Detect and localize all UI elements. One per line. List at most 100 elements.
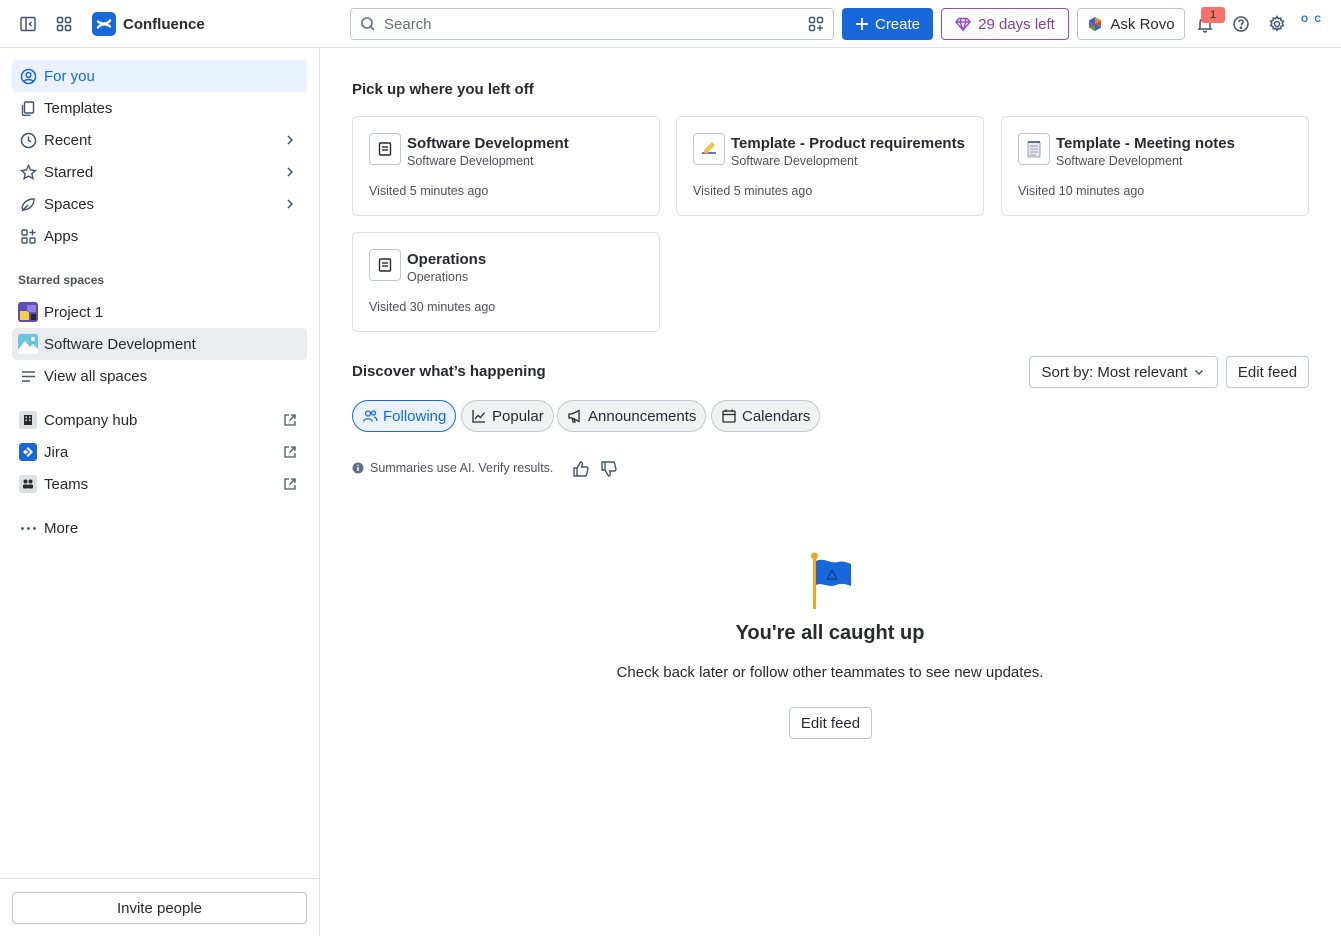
sidebar-more[interactable]: More (12, 512, 307, 544)
empty-state-edit-feed-button[interactable]: Edit feed (789, 707, 872, 739)
recent-page-card[interactable]: Template - Meeting notes Software Develo… (1001, 116, 1309, 216)
sidebar-app-teams[interactable]: Teams (12, 468, 307, 500)
software-development-space-icon (12, 328, 44, 360)
sidebar-item-label: Starred (44, 163, 94, 181)
teams-icon (12, 468, 44, 500)
company-hub-icon (12, 404, 44, 436)
search-icon (360, 16, 376, 32)
recent-page-card[interactable]: Template - Product requirements Software… (676, 116, 984, 216)
confluence-logo-icon (92, 12, 116, 36)
tab-announcements[interactable]: Announcements (557, 400, 707, 432)
people-icon (362, 408, 378, 424)
user-avatar[interactable]: O C (1301, 14, 1323, 34)
chevron-down-icon (1193, 366, 1205, 378)
sidebar-item-label: Jira (44, 443, 69, 461)
external-link-icon[interactable] (283, 477, 297, 491)
calendar-icon (721, 408, 737, 424)
card-title: Template - Product requirements (731, 135, 965, 152)
sidebar-item-apps[interactable]: Apps (12, 220, 307, 252)
sidebar-item-label: Templates (44, 99, 113, 117)
empty-state-title: You're all caught up (735, 622, 925, 644)
sidebar-item-label: Apps (44, 227, 79, 245)
spaces-icon (12, 188, 44, 220)
tab-label: Popular (492, 407, 544, 425)
sidebar-item-label: More (44, 519, 79, 537)
plus-icon (855, 17, 869, 31)
sidebar-space-software-development[interactable]: Software Development (12, 328, 307, 360)
sidebar-app-company-hub[interactable]: Company hub (12, 404, 307, 436)
sidebar-item-label: For you (44, 67, 95, 85)
project-1-space-icon (12, 296, 44, 328)
external-link-icon[interactable] (283, 413, 297, 427)
sidebar-footer: Invite people (0, 878, 319, 936)
card-space: Software Development (1056, 154, 1183, 168)
starred-spaces-heading: Starred spaces (18, 273, 105, 287)
settings-gear-icon[interactable] (1265, 12, 1289, 36)
writing-hand-icon (693, 133, 725, 165)
card-space: Software Development (731, 154, 858, 168)
sidebar-item-label: Software Development (44, 335, 196, 353)
tab-popular[interactable]: Popular (461, 400, 554, 432)
card-title: Software Development (407, 135, 569, 152)
page-icon (369, 133, 401, 165)
chevron-right-icon[interactable] (283, 133, 297, 147)
chevron-right-icon[interactable] (283, 197, 297, 211)
user-circle-icon (12, 60, 44, 92)
recent-page-card[interactable]: Software Development Software Developmen… (352, 116, 660, 216)
clock-icon (12, 124, 44, 156)
create-button[interactable]: Create (842, 8, 933, 40)
diamond-icon (955, 16, 972, 32)
external-link-icon[interactable] (283, 445, 297, 459)
chevron-right-icon[interactable] (283, 165, 297, 179)
card-space: Operations (407, 270, 469, 284)
page-icon (369, 249, 401, 281)
apps-icon (12, 220, 44, 252)
card-title: Operations (407, 251, 487, 268)
sidebar-item-recent[interactable]: Recent (12, 124, 307, 156)
jira-icon (12, 436, 44, 468)
notification-count-badge: 1 (1201, 7, 1225, 23)
card-space: Software Development (407, 154, 534, 168)
sidebar-item-label: Spaces (44, 195, 95, 213)
recent-page-card[interactable]: Operations Operations Visited 30 minutes… (352, 232, 660, 332)
sidebar-view-all-spaces[interactable]: View all spaces (12, 360, 307, 392)
edit-feed-button[interactable]: Edit feed (1226, 356, 1309, 388)
sidebar-item-for-you[interactable]: For you (12, 60, 307, 92)
info-icon (352, 462, 364, 474)
ask-rovo-button[interactable]: Ask Rovo (1077, 8, 1185, 40)
notepad-icon (1018, 133, 1050, 165)
help-icon[interactable] (1229, 12, 1253, 36)
tab-label: Calendars (742, 407, 811, 425)
thumbs-down-icon[interactable] (600, 460, 618, 478)
discover-heading: Discover what’s happening (352, 363, 546, 380)
sidebar-item-starred[interactable]: Starred (12, 156, 307, 188)
sidebar-item-label: Teams (44, 475, 89, 493)
sidebar-item-templates[interactable]: Templates (12, 92, 307, 124)
card-visited: Visited 5 minutes ago (369, 184, 489, 198)
sidebar-item-spaces[interactable]: Spaces (12, 188, 307, 220)
create-button-label: Create (874, 15, 921, 33)
sidebar-app-jira[interactable]: Jira (12, 436, 307, 468)
search-filters-icon[interactable] (808, 16, 824, 32)
sidebar: For you Templates Recent Starred Spaces (0, 48, 320, 936)
more-dots-icon (12, 512, 44, 544)
confluence-logo[interactable]: Confluence (92, 12, 205, 36)
search-input[interactable]: Search (350, 8, 834, 40)
card-visited: Visited 30 minutes ago (369, 300, 496, 314)
trial-days-button[interactable]: 29 days left (941, 8, 1069, 40)
tab-calendars[interactable]: Calendars (711, 400, 821, 432)
top-navigation-bar: Confluence Search Create 29 days left As… (0, 0, 1341, 48)
invite-people-button[interactable]: Invite people (12, 892, 307, 924)
sort-dropdown-label: Sort by: Most relevant (1041, 363, 1188, 381)
card-visited: Visited 10 minutes ago (1018, 184, 1145, 198)
tab-following[interactable]: Following (352, 400, 457, 432)
app-name: Confluence (123, 15, 205, 33)
app-switcher-icon[interactable] (52, 12, 76, 36)
sidebar-space-project-1[interactable]: Project 1 (12, 296, 307, 328)
thumbs-up-icon[interactable] (572, 460, 590, 478)
search-placeholder: Search (384, 15, 432, 33)
trial-days-label: 29 days left (978, 15, 1055, 33)
empty-state-message: Check back later or follow other teammat… (616, 664, 1044, 681)
sort-dropdown[interactable]: Sort by: Most relevant (1029, 356, 1218, 388)
sidebar-toggle-icon[interactable] (16, 12, 40, 36)
